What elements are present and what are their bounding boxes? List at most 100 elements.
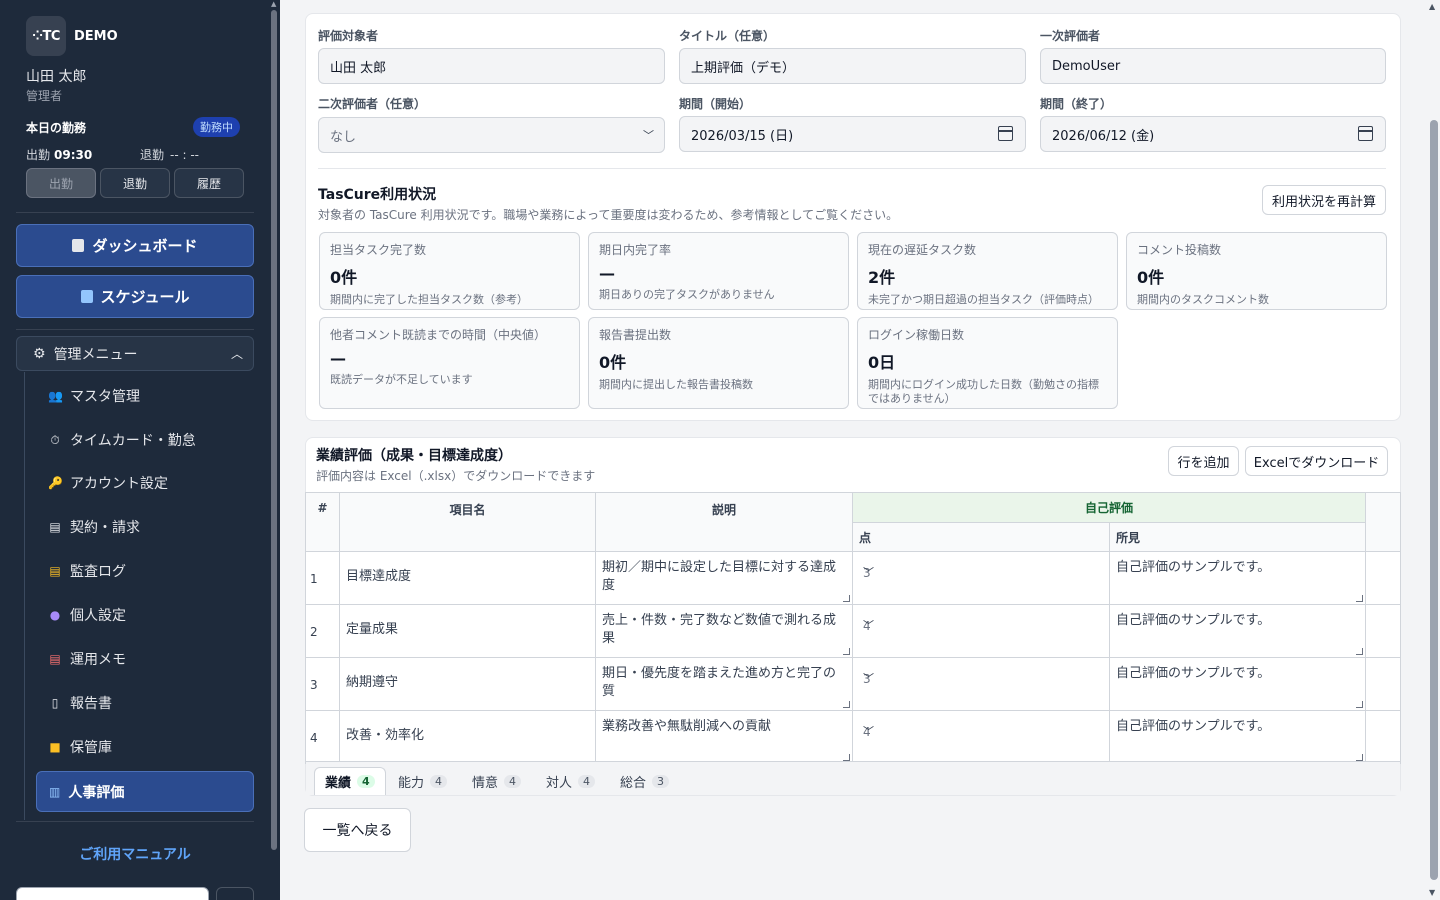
start-date-input[interactable]: 2026/03/15 (日) [679, 116, 1026, 152]
table-row: 4 改善・効率化 業務改善や無駄削減への貢献 4 ﹀ 自己評価のサンプルです。 [305, 710, 1402, 764]
description-textarea[interactable]: 期日・優先度を踏まえた進め方と完了の質 [596, 658, 852, 710]
resize-handle-icon[interactable] [1356, 595, 1364, 602]
description-textarea[interactable]: 売上・件数・完了数など数値で測れる成果 [596, 605, 852, 657]
chevron-down-icon: ﹀ [863, 619, 874, 632]
header-self-evaluation: 自己評価 [851, 492, 1367, 523]
table-row: 1 目標達成度 期初／期中に設定した目標に対する達成度 3 ﹀ 自己評価のサンプル… [305, 551, 1402, 605]
dashboard-button[interactable]: ダッシュボード [16, 224, 254, 267]
title-input[interactable]: 上期評価（デモ） [679, 48, 1026, 84]
tab-attitude[interactable]: 情意 4 [462, 767, 531, 795]
item-name-input[interactable]: 定量成果 [340, 605, 595, 657]
scroll-up-icon[interactable]: ▲ [1429, 2, 1435, 11]
manual-link[interactable]: ご利用マニュアル [0, 844, 270, 864]
tab-overall[interactable]: 総合 3 [610, 767, 679, 795]
schedule-button[interactable]: スケジュール [16, 275, 254, 318]
target-value: 山田 太郎 [330, 60, 387, 76]
admin-menu-toggle[interactable]: ⚙ 管理メニュー ︿ [16, 336, 254, 371]
divider [16, 212, 254, 213]
row-extra-cell [1365, 657, 1402, 711]
header-description: 説明 [595, 492, 853, 552]
comment-textarea[interactable]: 自己評価のサンプルです。 [1110, 658, 1365, 710]
calendar-icon[interactable] [998, 126, 1013, 141]
history-button[interactable]: 履歴 [174, 168, 244, 198]
item-name-value: 定量成果 [346, 622, 399, 637]
admin-menu-label: 管理メニュー [53, 346, 138, 363]
sidebar-item-hr-evaluation[interactable]: ▥ 人事評価 [36, 771, 254, 812]
sidebar-item-label: アカウント設定 [70, 476, 168, 492]
description-value: 期日・優先度を踏まえた進め方と完了の質 [602, 666, 837, 699]
clock-out-button[interactable]: 退勤 [100, 168, 170, 198]
item-name-input[interactable]: 納期遵守 [340, 658, 595, 710]
sidebar-footer-button[interactable] [216, 887, 254, 900]
tab-performance[interactable]: 業績 4 [314, 767, 386, 795]
stat-card: 期日内完了率 — 期日ありの完了タスクがありません [588, 232, 849, 310]
app-logo: ⁘TC [26, 16, 66, 56]
recalculate-button[interactable]: 利用状況を再計算 [1262, 185, 1386, 215]
stat-label: 他者コメント既読までの時間（中央値） [330, 328, 547, 342]
resize-handle-icon[interactable] [1356, 648, 1364, 655]
sidebar-item-master[interactable]: 👥 マスタ管理 [48, 386, 140, 406]
tab-count-badge: 3 [652, 774, 670, 788]
sidebar-item-memo[interactable]: ▤ 運用メモ [48, 649, 126, 669]
brand[interactable]: ⁘TC DEMO [26, 16, 118, 56]
description-value: 業務改善や無駄削減への貢献 [602, 719, 772, 734]
description-textarea[interactable]: 業務改善や無駄削減への貢献 [596, 711, 852, 763]
scroll-icon: ▤ [49, 564, 61, 578]
score-select[interactable]: 3 ﹀ [853, 658, 1109, 710]
end-date-input[interactable]: 2026/06/12 (金) [1040, 116, 1386, 152]
sidebar-item-timecard[interactable]: ⏱ タイムカード・勤怠 [48, 430, 196, 450]
tab-label: 総合 [620, 775, 647, 791]
back-to-list-button[interactable]: 一覧へ戻る [304, 808, 411, 852]
target-field: 山田 太郎 [318, 48, 665, 84]
chevron-down-icon: ﹀ [863, 672, 874, 685]
comment-textarea[interactable]: 自己評価のサンプルです。 [1110, 605, 1365, 657]
sidebar-item-account[interactable]: 🔑 アカウント設定 [48, 473, 168, 493]
key-icon: 🔑 [48, 476, 63, 490]
row-number: 3 [305, 657, 340, 711]
resize-handle-icon[interactable] [1356, 701, 1364, 708]
main-scrollbar[interactable]: ▲ ▼ [1426, 0, 1440, 900]
page-icon: ▯ [51, 696, 59, 710]
score-select[interactable]: 4 ﹀ [853, 711, 1109, 763]
sidebar-footer-field[interactable] [16, 887, 209, 900]
tab-ability[interactable]: 能力 4 [388, 767, 457, 795]
description-textarea[interactable]: 期初／期中に設定した目標に対する達成度 [596, 552, 852, 604]
item-name-input[interactable]: 改善・効率化 [340, 711, 595, 763]
second-evaluator-select[interactable]: なし ﹀ [318, 117, 665, 153]
resize-handle-icon[interactable] [843, 701, 850, 708]
main-scroll-thumb[interactable] [1430, 120, 1438, 880]
sidebar: ⁘TC DEMO 山田 太郎 管理者 本日の勤務 勤務中 出勤 09:30 退勤 -… [0, 0, 280, 900]
sidebar-item-label: タイムカード・勤怠 [70, 433, 196, 449]
memo-icon: ▤ [49, 652, 61, 666]
calendar-icon[interactable] [1358, 126, 1373, 141]
excel-download-button[interactable]: Excelでダウンロード [1245, 446, 1388, 476]
row-extra-cell [1365, 551, 1402, 605]
item-name-input[interactable]: 目標達成度 [340, 552, 595, 604]
stat-label: 担当タスク完了数 [330, 243, 427, 257]
target-label: 評価対象者 [318, 29, 379, 43]
resize-handle-icon[interactable] [843, 648, 850, 655]
performance-subtitle: 評価内容は Excel（.xlsx）でダウンロードできます [316, 469, 596, 483]
score-select[interactable]: 4 ﹀ [853, 605, 1109, 657]
tab-interpersonal[interactable]: 対人 4 [536, 767, 605, 795]
resize-handle-icon[interactable] [843, 595, 850, 602]
comment-textarea[interactable]: 自己評価のサンプルです。 [1110, 552, 1365, 604]
sidebar-item-audit[interactable]: ▤ 監査ログ [48, 561, 126, 581]
stat-label: 期日内完了率 [599, 243, 672, 257]
divider [318, 168, 1386, 169]
sidebar-item-storage[interactable]: ■ 保管庫 [48, 737, 112, 757]
resize-handle-icon[interactable] [1356, 754, 1364, 761]
score-select[interactable]: 3 ﹀ [853, 552, 1109, 604]
resize-handle-icon[interactable] [843, 754, 850, 761]
sidebar-scroll-thumb[interactable] [271, 10, 277, 850]
scroll-down-icon[interactable]: ▼ [1429, 888, 1435, 897]
sidebar-scrollbar[interactable]: ▲ [270, 0, 278, 900]
sidebar-item-contract[interactable]: ▤ 契約・請求 [48, 517, 140, 537]
tab-label: 対人 [546, 775, 573, 791]
sidebar-item-personal[interactable]: ● 個人設定 [48, 605, 126, 625]
clock-in-button[interactable]: 出勤 [26, 168, 96, 198]
scroll-up-icon: ▲ [271, 0, 277, 8]
add-row-button[interactable]: 行を追加 [1168, 446, 1239, 476]
sidebar-item-report[interactable]: ▯ 報告書 [48, 693, 112, 713]
comment-textarea[interactable]: 自己評価のサンプルです。 [1110, 711, 1365, 763]
